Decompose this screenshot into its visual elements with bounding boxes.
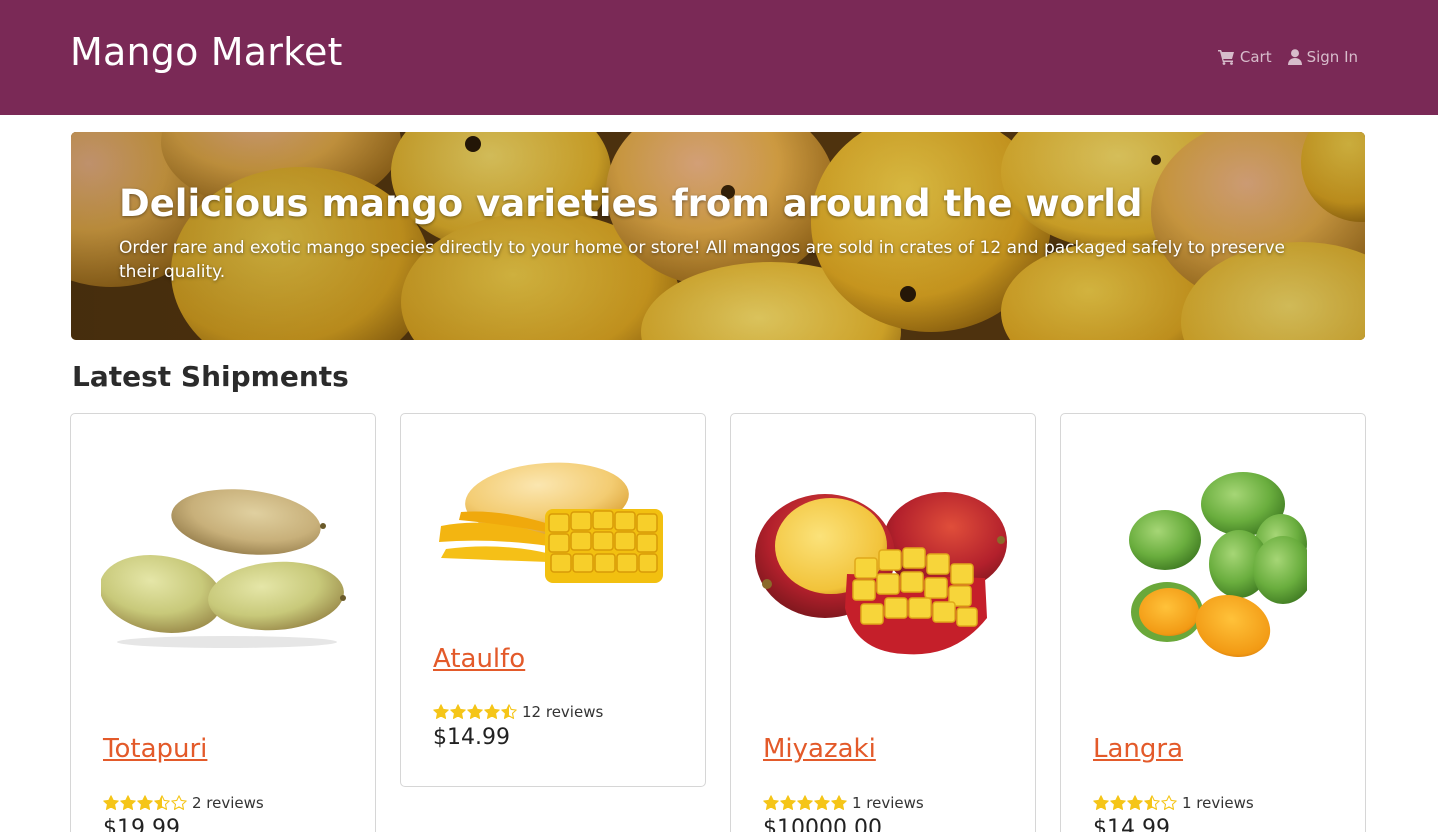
brand-logo-link[interactable]: Mango Market — [70, 30, 343, 74]
product-image[interactable] — [1121, 470, 1307, 666]
cart-link[interactable]: Cart — [1217, 48, 1272, 66]
star-icon — [831, 795, 847, 810]
product-rating: 1 reviews — [1093, 794, 1254, 812]
hero-title: Delicious mango varieties from around th… — [119, 182, 1143, 225]
product-card: Totapuri 2 reviews $19.99 — [70, 413, 376, 832]
product-price: $14.99 — [1093, 816, 1170, 832]
star-icon — [780, 795, 796, 810]
star-icon — [120, 795, 136, 810]
top-navbar: Mango Market Cart Sign In — [0, 0, 1438, 115]
sign-in-label: Sign In — [1306, 48, 1358, 66]
product-name-link[interactable]: Ataulfo — [433, 644, 525, 674]
product-name-link[interactable]: Totapuri — [103, 734, 207, 764]
review-count: 2 reviews — [192, 794, 264, 812]
product-price: $10000.00 — [763, 816, 882, 832]
star-icon — [763, 795, 779, 810]
product-rating: 2 reviews — [103, 794, 264, 812]
hero-description: Order rare and exotic mango species dire… — [119, 238, 1286, 282]
review-count: 1 reviews — [1182, 794, 1254, 812]
product-image[interactable] — [101, 484, 347, 654]
star-icon — [484, 704, 500, 719]
star-icon — [137, 795, 153, 810]
star-icon — [171, 795, 187, 810]
product-card: Langra 1 reviews $14.99 — [1060, 413, 1366, 832]
star-icon — [103, 795, 119, 810]
star-icon — [450, 704, 466, 719]
product-price: $19.99 — [103, 816, 180, 832]
product-image[interactable] — [755, 488, 1013, 660]
cart-label: Cart — [1239, 48, 1272, 66]
star-icon — [154, 795, 170, 810]
nav-links: Cart Sign In — [1217, 48, 1358, 66]
user-icon — [1287, 49, 1302, 65]
star-icon — [433, 704, 449, 719]
sign-in-link[interactable]: Sign In — [1287, 48, 1358, 66]
star-icon — [797, 795, 813, 810]
product-rating: 1 reviews — [763, 794, 924, 812]
section-title: Latest Shipments — [72, 360, 349, 393]
star-icon — [814, 795, 830, 810]
product-card: Miyazaki 1 reviews $10000.00 — [730, 413, 1036, 832]
product-name-link[interactable]: Langra — [1093, 734, 1183, 764]
star-icon — [1127, 795, 1143, 810]
product-image[interactable] — [431, 454, 677, 584]
star-icon — [1093, 795, 1109, 810]
review-count: 12 reviews — [522, 703, 604, 721]
star-icon — [1161, 795, 1177, 810]
star-icon — [1110, 795, 1126, 810]
cart-icon — [1217, 49, 1235, 65]
hero-banner: Delicious mango varieties from around th… — [71, 132, 1365, 340]
product-price: $14.99 — [433, 725, 510, 750]
star-icon — [501, 704, 517, 719]
review-count: 1 reviews — [852, 794, 924, 812]
star-icon — [467, 704, 483, 719]
product-name-link[interactable]: Miyazaki — [763, 734, 876, 764]
star-icon — [1144, 795, 1160, 810]
product-rating: 12 reviews — [433, 703, 603, 721]
product-card: Ataulfo 12 reviews $14.99 — [400, 413, 706, 787]
